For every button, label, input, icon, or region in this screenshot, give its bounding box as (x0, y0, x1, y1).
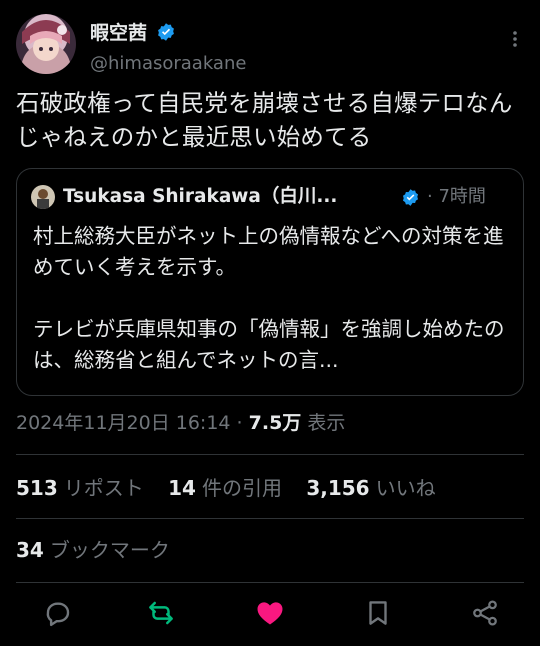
verified-icon (402, 189, 419, 206)
reply-icon[interactable] (43, 598, 73, 628)
divider (16, 518, 524, 519)
quote-header: Tsukasa Shirakawa（白川... · 7時間 (31, 183, 511, 209)
bookmark-stat[interactable]: 34 ブックマーク (16, 534, 170, 563)
tweet-meta: 2024年11月20日 16:14 · 7.5万 表示 (16, 408, 345, 435)
author-names: 暇空茜 @himasoraakane (90, 18, 246, 74)
tweet: 暇空茜 @himasoraakane 石破政権って自民党を崩壊させる自爆テロなん… (0, 0, 540, 646)
verified-icon (158, 22, 175, 41)
display-name[interactable]: 暇空茜 (90, 18, 147, 45)
repost-icon[interactable] (146, 598, 176, 628)
quote-stat[interactable]: 14 件の引用 (168, 472, 282, 501)
quote-paragraph-1: 村上総務大臣がネット上の偽情報などへの対策を進めていく考えを示す。 (33, 224, 504, 279)
quote-text: 村上総務大臣がネット上の偽情報などへの対策を進めていく考えを示す。 テレビが兵庫… (33, 221, 513, 376)
action-bar (0, 590, 540, 636)
like-icon[interactable] (255, 598, 285, 628)
quote-author-name: Tsukasa Shirakawa（白川... (63, 186, 338, 207)
bookmark-icon[interactable] (363, 598, 393, 628)
timestamp[interactable]: 2024年11月20日 16:14 · (16, 412, 249, 434)
author-handle[interactable]: @himasoraakane (90, 53, 246, 74)
like-stat[interactable]: 3,156 いいね (306, 472, 435, 501)
more-icon[interactable] (504, 28, 526, 50)
engagement-stats: 513 リポスト 14 件の引用 3,156 いいね (16, 472, 454, 501)
tweet-text: 石破政権って自民党を崩壊させる自爆テロなんじゃねえのかと最近思い始めてる (16, 89, 513, 151)
quote-time: · 7時間 (427, 186, 486, 207)
quote-avatar (31, 185, 55, 209)
share-icon[interactable] (470, 598, 500, 628)
tweet-header: 暇空茜 @himasoraakane (16, 14, 526, 74)
quoted-tweet[interactable]: Tsukasa Shirakawa（白川... · 7時間 村上総務大臣がネット… (16, 168, 524, 396)
quote-paragraph-2: テレビが兵庫県知事の「偽情報」を強調し始めたのは、総務省と組んでネットの言... (33, 317, 505, 372)
repost-stat[interactable]: 513 リポスト (16, 472, 144, 501)
divider (16, 454, 524, 455)
view-count: 7.5万 (248, 412, 302, 434)
views-label: 表示 (301, 412, 346, 434)
avatar[interactable] (16, 14, 76, 74)
divider (16, 582, 524, 583)
